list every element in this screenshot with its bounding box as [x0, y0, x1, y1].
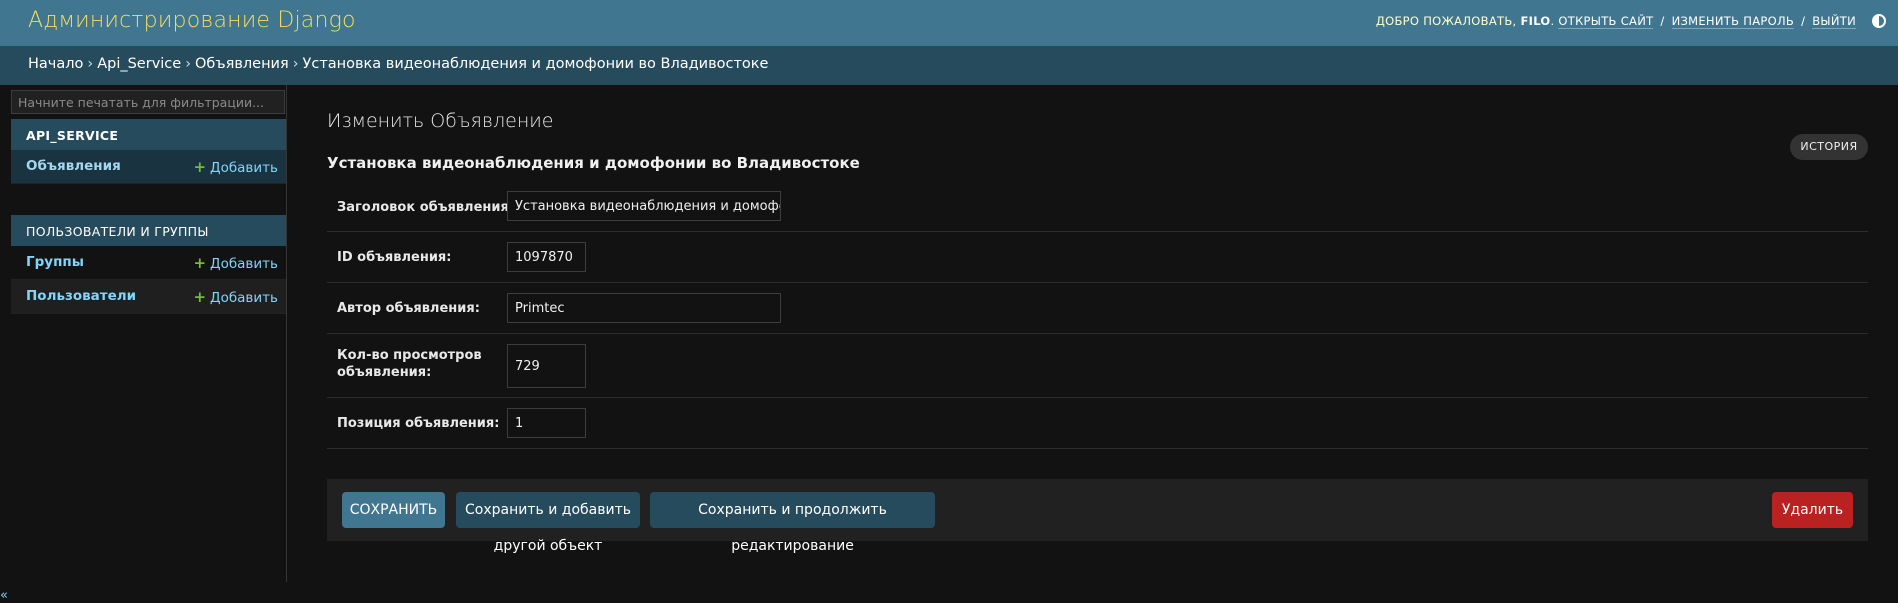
sidebar-item-label[interactable]: Пользователи — [26, 288, 136, 304]
site-title[interactable]: Администрирование Django — [28, 8, 356, 33]
views-input[interactable]: 729 — [507, 344, 586, 388]
add-label: Добавить — [210, 256, 278, 272]
module-api-service: API_SERVICE Объявления + Добавить — [11, 119, 286, 184]
module-caption[interactable]: ПОЛЬЗОВАТЕЛИ И ГРУППЫ — [11, 215, 286, 246]
sidebar-item-label[interactable]: Группы — [26, 254, 84, 270]
sidebar-item-groups: Группы + Добавить — [11, 246, 286, 280]
form-row-views: Кол-во просмотров объявления: 729 — [327, 334, 1868, 398]
user-tools: ДОБРО ПОЖАЛОВАТЬ, FILO. ОТКРЫТЬ САЙТ / И… — [1375, 14, 1856, 29]
change-password-link[interactable]: ИЗМЕНИТЬ ПАРОЛЬ — [1671, 14, 1795, 29]
id-input[interactable]: 1097870 — [507, 242, 586, 272]
position-input[interactable]: 1 — [507, 408, 586, 438]
page-title: Изменить Объявление — [327, 110, 554, 132]
module-caption[interactable]: API_SERVICE — [11, 119, 286, 150]
sidebar-item-ads: Объявления + Добавить — [11, 150, 286, 184]
object-title: Установка видеонаблюдения и домофонии во… — [327, 154, 860, 172]
separator: / — [1660, 14, 1665, 28]
breadcrumb-home-link[interactable]: Начало — [28, 56, 83, 72]
breadcrumb-separator: › — [292, 56, 299, 72]
field-label: Заголовок объявления: — [337, 200, 515, 215]
breadcrumb-current: Установка видеонаблюдения и домофонии во… — [302, 56, 769, 72]
plus-icon: + — [193, 158, 207, 176]
username: FILO — [1520, 14, 1551, 28]
field-label: Кол-во просмотров объявления: — [337, 348, 482, 380]
save-add-another-button[interactable]: Сохранить и добавить другой объект — [456, 492, 640, 554]
field-label: Позиция объявления: — [337, 416, 500, 431]
submit-row: СОХРАНИТЬ Сохранить и добавить другой об… — [327, 479, 1868, 554]
theme-toggle-icon[interactable] — [1872, 14, 1886, 28]
separator: / — [1801, 14, 1806, 28]
form-row-title: Заголовок объявления: Установка видеонаб… — [327, 184, 1868, 232]
add-link[interactable]: + Добавить — [193, 158, 278, 176]
view-site-link[interactable]: ОТКРЫТЬ САЙТ — [1558, 14, 1654, 29]
nav-sidebar: Начните печатать для фильтрации... API_S… — [0, 85, 287, 603]
sidebar-item-label[interactable]: Объявления — [26, 158, 121, 174]
plus-icon: + — [193, 254, 207, 272]
save-button[interactable]: СОХРАНИТЬ — [342, 492, 445, 528]
add-label: Добавить — [210, 290, 278, 306]
breadcrumb-app-link[interactable]: Api_Service — [97, 56, 181, 72]
field-label: Автор объявления: — [337, 301, 480, 316]
nav-filter-input[interactable]: Начните печатать для фильтрации... — [11, 90, 285, 114]
sidebar-item-users: Пользователи + Добавить — [11, 280, 286, 314]
module-auth: ПОЛЬЗОВАТЕЛИ И ГРУППЫ Группы + Добавить П… — [11, 215, 286, 314]
form-row-id: ID объявления: 1097870 — [327, 232, 1868, 283]
breadcrumb: Начало › Api_Service › Объявления › Установка … — [0, 46, 1898, 85]
field-label: ID объявления: — [337, 250, 452, 265]
breadcrumb-separator: › — [185, 56, 192, 72]
add-link[interactable]: + Добавить — [193, 254, 278, 272]
author-input[interactable]: Primtec — [507, 293, 781, 323]
logout-link[interactable]: ВЫЙТИ — [1812, 14, 1856, 29]
add-link[interactable]: + Добавить — [193, 288, 278, 306]
history-button[interactable]: ИСТОРИЯ — [1790, 134, 1868, 160]
plus-icon: + — [193, 288, 207, 306]
header: Администрирование Django ДОБРО ПОЖАЛОВАТ… — [0, 0, 1898, 46]
breadcrumb-separator: › — [87, 56, 94, 72]
title-input[interactable]: Установка видеонаблюдения и домофонии — [507, 191, 781, 221]
welcome-text: ДОБРО ПОЖАЛОВАТЬ, — [1375, 14, 1517, 28]
save-continue-button[interactable]: Сохранить и продолжить редактирование — [650, 492, 935, 554]
form-row-author: Автор объявления: Primtec — [327, 283, 1868, 334]
breadcrumb-model-link[interactable]: Объявления — [195, 56, 289, 72]
delete-button[interactable]: Удалить — [1772, 492, 1853, 528]
add-label: Добавить — [210, 160, 278, 176]
form-row-position: Позиция объявления: 1 — [327, 398, 1868, 449]
sidebar-collapse-toggle[interactable]: « — [0, 588, 8, 603]
